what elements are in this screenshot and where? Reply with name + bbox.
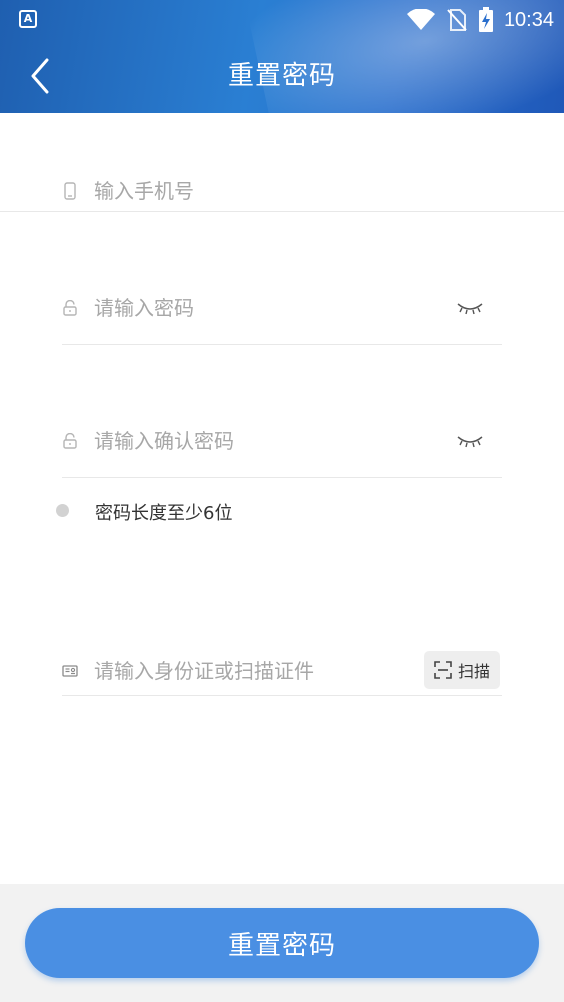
page-title: 重置密码 [227, 61, 336, 91]
lock-icon [62, 300, 78, 316]
confirm-password-underline [62, 477, 502, 478]
password-hint: 密码长度至少6位 [95, 503, 233, 524]
status-icons: 10:34 [406, 6, 554, 34]
scan-button-label: 扫描 [457, 662, 490, 681]
password-field[interactable] [62, 293, 442, 323]
status-time: 10:34 [503, 8, 554, 31]
id-card-underline [62, 695, 502, 696]
phone-input[interactable] [94, 179, 474, 203]
id-card-field[interactable] [62, 656, 417, 686]
no-sim-icon [447, 9, 467, 31]
confirm-password-visibility-toggle[interactable] [452, 429, 488, 453]
password-underline [62, 344, 502, 345]
scan-frame-icon [434, 661, 452, 679]
lock-icon [62, 433, 78, 449]
password-visibility-toggle[interactable] [452, 296, 488, 320]
confirm-password-input[interactable] [94, 429, 424, 453]
eye-closed-icon [457, 303, 483, 315]
hint-bullet [56, 504, 69, 517]
phone-icon [62, 182, 78, 200]
id-card-icon [62, 663, 78, 679]
reset-password-button[interactable]: 重置密码 [25, 908, 539, 978]
id-card-input[interactable] [94, 659, 414, 683]
phone-underline [0, 211, 564, 212]
battery-charging-icon [478, 7, 493, 32]
status-bar: A 10:34 [0, 0, 564, 40]
scan-button[interactable]: 扫描 [424, 651, 500, 689]
eye-closed-icon [457, 436, 483, 448]
wifi-icon [406, 9, 435, 30]
phone-field[interactable] [62, 176, 502, 206]
password-input[interactable] [94, 296, 424, 320]
app-notification-icon: A [19, 10, 37, 28]
confirm-password-field[interactable] [62, 426, 442, 456]
app-header: A 10:34 重置密码 [0, 0, 564, 113]
